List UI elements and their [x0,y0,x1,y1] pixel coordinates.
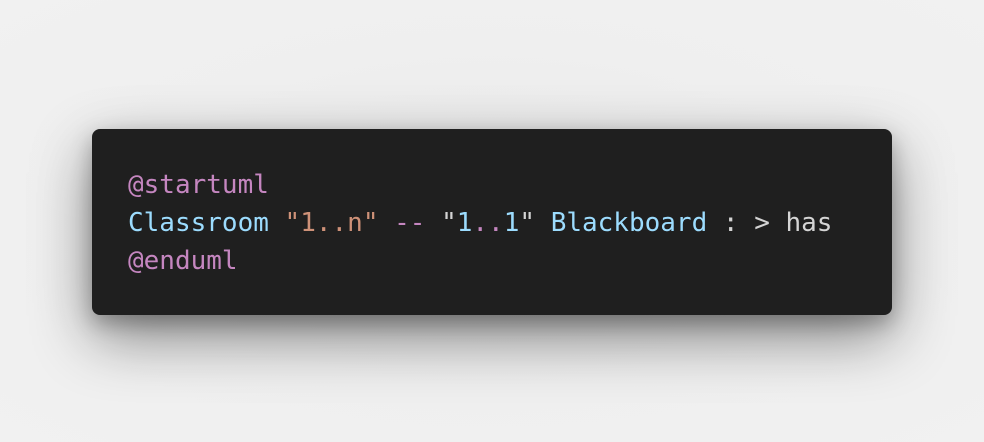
multiplicity-right-max: 1 [503,208,520,238]
multiplicity-right-min: 1 [456,208,473,238]
range-operator: .. [472,208,504,238]
code-line-1: @startuml [128,166,892,204]
class-name-classroom: Classroom [128,208,269,238]
code-line-2: Classroom "1..n" -- "1..1" Blackboard : … [128,204,892,242]
quote-close: " [519,208,536,238]
code-block: @startuml Classroom "1..n" -- "1..1" Bla… [92,129,892,315]
enduml-directive: @enduml [128,246,238,276]
code-line-3: @enduml [128,242,892,280]
association-label: : > has [707,208,833,238]
multiplicity-left: "1..n" [284,208,379,238]
quote-open: " [441,208,457,238]
association-operator: -- [394,208,426,238]
startuml-directive: @startuml [128,170,269,200]
class-name-blackboard: Blackboard [550,208,708,238]
